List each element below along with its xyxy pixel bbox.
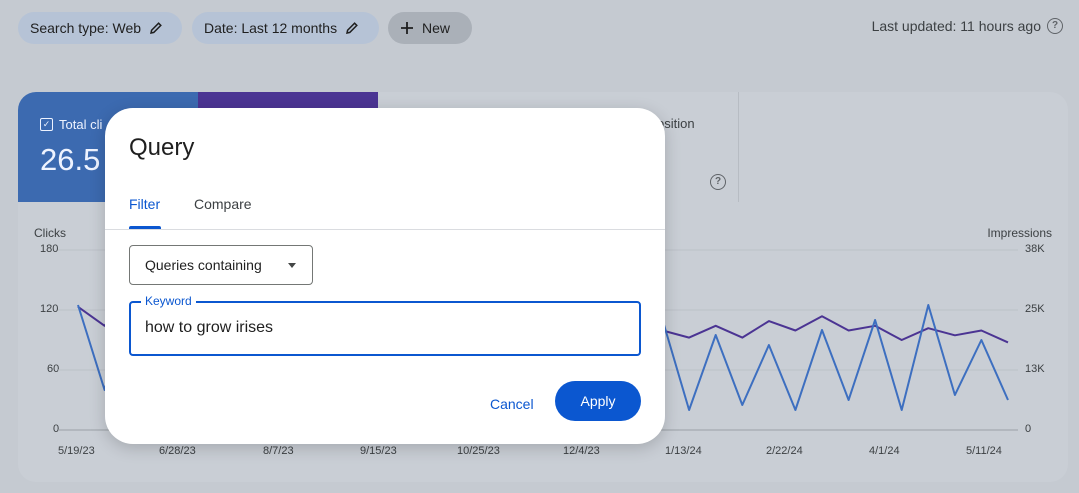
active-tab-indicator: [129, 226, 161, 229]
keyword-label: Keyword: [141, 294, 196, 308]
x-tick: 2/22/24: [766, 445, 803, 457]
edit-pencil-icon: [150, 22, 162, 34]
search-type-chip[interactable]: Search type: Web: [18, 12, 182, 44]
tab-compare[interactable]: Compare: [194, 196, 252, 212]
cancel-button[interactable]: Cancel: [477, 386, 547, 422]
x-tick: 6/28/23: [159, 445, 196, 457]
dialog-title: Query: [129, 134, 195, 161]
new-filter-label: New: [422, 20, 451, 36]
dropdown-caret-icon: [288, 263, 296, 268]
filter-bar: Search type: Web Date: Last 12 months Ne…: [0, 0, 1079, 56]
last-updated: Last updated: 11 hours ago ?: [872, 18, 1063, 34]
x-tick: 5/11/24: [966, 445, 1002, 457]
query-match-value: Queries containing: [145, 257, 262, 273]
search-type-label: Search type: Web: [30, 20, 142, 36]
tab-filter[interactable]: Filter: [129, 196, 160, 212]
x-tick: 12/4/23: [563, 445, 600, 457]
query-match-select[interactable]: Queries containing: [129, 245, 313, 285]
keyword-input[interactable]: [145, 319, 625, 337]
date-label: Date: Last 12 months: [204, 20, 338, 36]
edit-pencil-icon: [346, 22, 358, 34]
help-icon[interactable]: ?: [1047, 18, 1063, 34]
last-updated-text: Last updated: 11 hours ago: [871, 18, 1041, 34]
x-tick: 5/19/23: [58, 445, 95, 457]
new-filter-button[interactable]: New: [388, 12, 472, 44]
dialog-tabs: Filter Compare: [105, 188, 665, 230]
x-tick: 10/25/23: [457, 445, 500, 457]
x-tick: 9/15/23: [360, 445, 397, 457]
x-tick: 8/7/23: [263, 445, 294, 457]
keyword-field[interactable]: Keyword: [129, 294, 641, 356]
x-tick: 1/13/24: [665, 445, 702, 457]
x-tick: 4/1/24: [869, 445, 900, 457]
plus-icon: [401, 22, 413, 34]
query-dialog: Query Filter Compare Queries containing …: [105, 108, 665, 444]
apply-button[interactable]: Apply: [555, 381, 641, 421]
date-chip[interactable]: Date: Last 12 months: [192, 12, 379, 44]
